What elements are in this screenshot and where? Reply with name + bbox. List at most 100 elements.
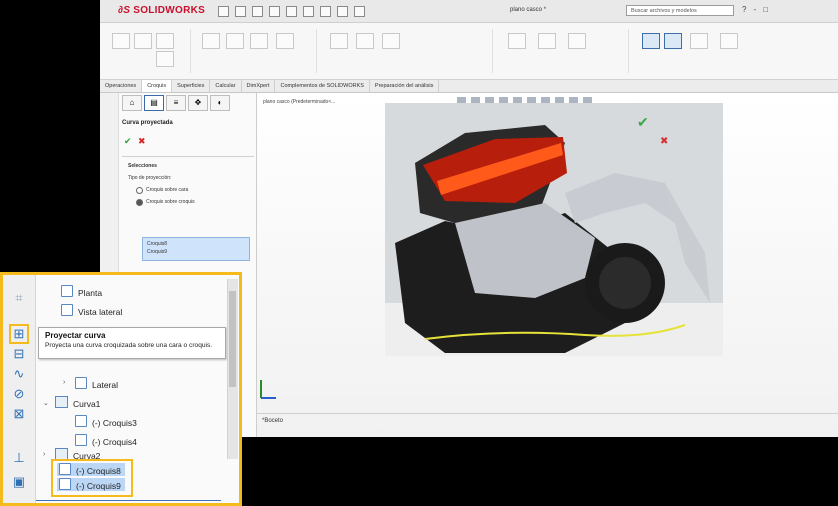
tree-scrollbar[interactable] — [227, 279, 238, 459]
convert-entities-icon[interactable] — [226, 33, 244, 49]
save-icon[interactable] — [252, 6, 263, 17]
sketch-icon — [59, 478, 71, 490]
reference-geometry-icon[interactable]: ▣ — [12, 475, 26, 489]
radio-sketch-on-face[interactable] — [136, 187, 143, 194]
rapid-sketch-group — [634, 29, 794, 73]
sketches-to-project-list[interactable]: Croquis8 Croquis9 — [142, 237, 250, 261]
tree-item-croquis9[interactable]: (-) Croquis9 — [59, 478, 121, 491]
open-icon[interactable] — [235, 6, 246, 17]
tab-complementos[interactable]: Complementos de SOLIDWORKS — [275, 80, 370, 92]
expand-caret-icon[interactable]: › — [43, 451, 45, 458]
tree-item-planta[interactable]: Planta — [61, 285, 102, 298]
entity-tools-group — [196, 29, 317, 73]
command-tabs: Operaciones Croquis Superficies Calcular… — [100, 80, 838, 93]
display-manager-tab-icon[interactable]: ◐ — [210, 95, 230, 111]
selections-heading: Selecciones — [128, 163, 157, 169]
print-icon[interactable] — [269, 6, 280, 17]
reference-plane-icon[interactable]: ⊥ — [12, 451, 26, 465]
tree-item-croquis3[interactable]: (-) Croquis3 — [75, 415, 137, 428]
mirror-icon[interactable] — [330, 33, 348, 49]
tree-item-croquis8[interactable]: (-) Croquis8 — [59, 463, 121, 476]
status-divider — [257, 413, 838, 414]
relations-group — [498, 29, 629, 73]
cancel-icon[interactable]: ✖ — [138, 136, 146, 147]
repair-sketch-icon[interactable] — [538, 33, 556, 49]
sketch-tool-icon[interactable] — [112, 33, 130, 49]
sketch-icon — [75, 377, 87, 389]
options-icon[interactable] — [354, 6, 365, 17]
view-name-label: *Boceto — [262, 418, 284, 424]
new-icon[interactable] — [218, 6, 229, 17]
tree-item-croquis4[interactable]: (-) Croquis4 — [75, 434, 137, 447]
split-line-icon[interactable]: ⊘ — [12, 387, 26, 401]
list-item[interactable]: Croquis8 — [147, 241, 167, 247]
tab-operaciones[interactable]: Operaciones — [100, 80, 143, 92]
title-bar: ∂S SOLIDWORKS plano casco * Buscar archiv… — [100, 0, 838, 23]
tab-croquis[interactable]: Croquis — [142, 80, 173, 92]
accept-icon[interactable]: ✔ — [124, 136, 132, 147]
helmet-image — [385, 103, 723, 356]
tab-dimxpert[interactable]: DimXpert — [242, 80, 276, 92]
confirmation-cancel-icon[interactable]: ✖ — [660, 136, 668, 147]
sketch-icon — [61, 304, 73, 316]
flyout-tree-label[interactable]: plano casco (Predeterminado<... — [263, 99, 335, 105]
instant2d-icon[interactable] — [664, 33, 682, 49]
tree-item-lateral[interactable]: Lateral — [75, 377, 118, 390]
quick-access-toolbar — [218, 6, 365, 17]
config-manager-tab-icon[interactable]: ≡ — [166, 95, 186, 111]
ds-logo-icon: ∂S — [118, 5, 131, 16]
rollback-bar[interactable] — [36, 500, 221, 501]
project-curve-tooltip: Proyectar curva Proyecta una curva croqu… — [38, 327, 226, 359]
sketch-image-icon[interactable] — [720, 33, 738, 49]
option-sketch-on-face: Croquis sobre cara — [146, 187, 189, 193]
list-item[interactable]: Croquis9 — [147, 249, 167, 255]
tab-preparacion-analisis[interactable]: Preparación del análisis — [370, 80, 440, 92]
minimize-button[interactable]: - — [753, 5, 756, 14]
expand-caret-icon[interactable]: › — [63, 379, 65, 386]
tree-item-vista-lateral[interactable]: Vista lateral — [61, 304, 122, 317]
graphics-area[interactable]: plano casco (Predeterminado<... — [257, 93, 838, 437]
dimxpert-tab-icon[interactable]: ✥ — [188, 95, 208, 111]
radio-sketch-on-sketch[interactable] — [136, 199, 143, 206]
search-input[interactable]: Buscar archivos y modelos — [626, 5, 734, 16]
feature-tree-tab-icon[interactable]: ⌂ — [122, 95, 142, 111]
spline-tool-icon[interactable] — [156, 51, 174, 67]
manager-tabs: ⌂ ▤ ≡ ✥ ◐ — [122, 95, 230, 111]
tree-item-curva1[interactable]: Curva1 — [55, 396, 100, 409]
shaded-contours-icon[interactable] — [690, 33, 708, 49]
tab-superficies[interactable]: Superficies — [172, 80, 211, 92]
disabled-tool-icon: ⌗ — [15, 290, 23, 305]
undo-icon[interactable] — [286, 6, 297, 17]
offset-entities-icon[interactable] — [250, 33, 268, 49]
quick-snaps-icon[interactable] — [568, 33, 586, 49]
linear-pattern-icon[interactable] — [356, 33, 374, 49]
offset-surface-icon[interactable] — [276, 33, 294, 49]
tooltip-description: Proyecta una curva croquizada sobre una … — [45, 342, 213, 349]
tab-calcular[interactable]: Calcular — [210, 80, 242, 92]
maximize-button[interactable]: □ — [763, 5, 768, 14]
move-entities-icon[interactable] — [382, 33, 400, 49]
sketch-tools-column: ⌗ ⊞ ⊟ ∿ ⊘ ⊠ ⊥ ▣ — [3, 275, 36, 503]
trim-icon[interactable] — [202, 33, 220, 49]
confirmation-accept-icon[interactable]: ✔ — [637, 114, 649, 131]
redo-icon[interactable] — [303, 6, 314, 17]
helix-icon[interactable]: ∿ — [12, 367, 26, 381]
helmet-sketch-picture — [385, 103, 723, 356]
rapid-sketch-icon[interactable] — [642, 33, 660, 49]
curve-through-points-icon[interactable]: ⊠ — [12, 407, 26, 421]
rebuild-icon[interactable] — [337, 6, 348, 17]
collapse-caret-icon[interactable]: ⌄ — [43, 399, 49, 407]
sketch-icon — [59, 463, 71, 475]
solidworks-logo[interactable]: ∂S SOLIDWORKS — [118, 5, 205, 16]
help-icon[interactable]: ? — [742, 5, 746, 14]
select-icon[interactable] — [320, 6, 331, 17]
line-tool-icon[interactable] — [156, 33, 174, 49]
display-relations-icon[interactable] — [508, 33, 526, 49]
composite-curve-icon[interactable]: ⊟ — [12, 347, 26, 361]
sketch-tools-group — [108, 29, 191, 73]
property-manager-tab-icon[interactable]: ▤ — [144, 95, 164, 111]
smart-dimension-icon[interactable] — [134, 33, 152, 49]
project-curve-icon[interactable]: ⊞ — [9, 324, 29, 344]
document-title: plano casco * — [510, 7, 547, 13]
scrollbar-thumb[interactable] — [229, 291, 236, 387]
